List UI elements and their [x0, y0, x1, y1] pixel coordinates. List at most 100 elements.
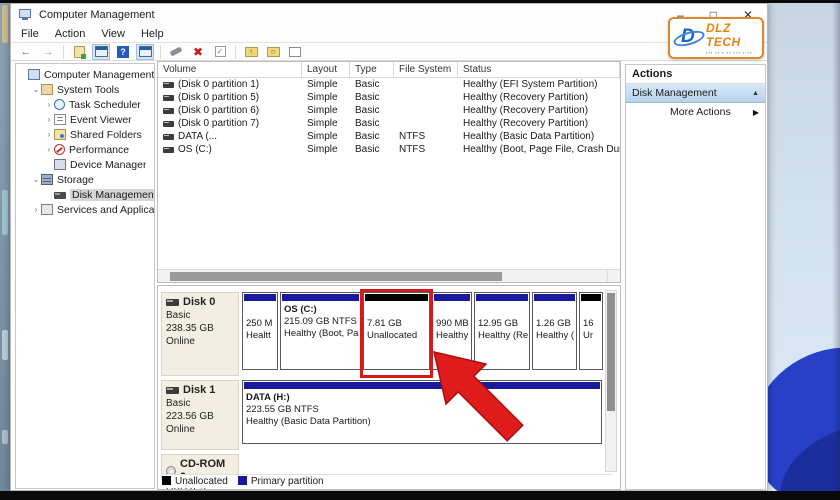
expander-icon[interactable]: ⌄ [31, 175, 41, 184]
volume-cell: (Disk 0 partition 7) [158, 118, 302, 129]
status-cell: Healthy (Boot, Page File, Crash Dump, Ba… [458, 144, 620, 155]
frame-top-bar [0, 0, 840, 3]
horizontal-scrollbar[interactable] [158, 269, 620, 282]
volume-name: (Disk 0 partition 1) [178, 79, 259, 90]
volume-name: (Disk 0 partition 6) [178, 105, 259, 116]
disk-label[interactable]: Disk 1Basic223.56 GBOnline [161, 380, 239, 450]
action-tool-icon[interactable] [167, 44, 185, 60]
partition-healtt[interactable]: 250 MHealtt [242, 292, 278, 370]
tree-item-computer-management-local-[interactable]: Computer Management (Local) [16, 67, 154, 82]
partition-healthy-basic-data-partition-[interactable]: DATA (H:)223.55 GB NTFSHealthy (Basic Da… [242, 380, 602, 444]
performance-icon [54, 144, 65, 155]
expander-icon[interactable]: › [44, 100, 54, 109]
collapse-icon[interactable]: ▲ [752, 90, 759, 97]
console-tree-panel: Computer Management (Local)⌄System Tools… [15, 63, 155, 489]
more-actions-item[interactable]: More Actions ▶ [626, 103, 765, 121]
volume-row[interactable]: (Disk 0 partition 7)SimpleBasicHealthy (… [158, 117, 620, 130]
disk-label[interactable]: Disk 0Basic238.35 GBOnline [161, 292, 239, 376]
layout-cell: Simple [302, 105, 350, 116]
partition-strip: DATA (H:)223.55 GB NTFSHealthy (Basic Da… [242, 380, 602, 450]
status-cell: Healthy (Recovery Partition) [458, 118, 620, 129]
volume-row[interactable]: (Disk 0 partition 1)SimpleBasicHealthy (… [158, 78, 620, 91]
partition-type-stripe [434, 294, 470, 301]
type-cell: Basic [350, 144, 394, 155]
partition-line1: 12.95 GB [478, 318, 528, 330]
vertical-scrollbar-thumb[interactable] [607, 293, 615, 411]
forward-icon[interactable]: → [39, 44, 57, 60]
partition-healthy-boot-pa[interactable]: OS (C:)215.09 GB NTFSHealthy (Boot, Pa [280, 292, 361, 370]
tree-item-storage[interactable]: ⌄Storage [16, 172, 154, 187]
menu-item-action[interactable]: Action [55, 28, 86, 40]
storage-icon [41, 174, 53, 185]
shared-folders-icon [54, 129, 66, 140]
fs-cell: NTFS [394, 131, 458, 142]
partition-line2: Healthy [436, 330, 470, 342]
delete-icon[interactable]: ✖ [189, 44, 207, 60]
console-window-icon[interactable] [92, 44, 110, 60]
help-icon[interactable]: ? [114, 44, 132, 60]
expander-icon[interactable]: › [44, 115, 54, 124]
column-header-status[interactable]: Status [458, 62, 620, 77]
volume-row[interactable]: DATA (...SimpleBasicNTFSHealthy (Basic D… [158, 130, 620, 143]
disk-icon [166, 387, 179, 394]
type-cell: Basic [350, 118, 394, 129]
more-actions-label: More Actions [670, 106, 731, 118]
tree-item-services-and-applications[interactable]: ›Services and Applications [16, 202, 154, 217]
disk-name-line: Disk 1 [166, 384, 234, 397]
menu-item-view[interactable]: View [101, 28, 125, 40]
properties-check-icon[interactable]: ✓ [211, 44, 229, 60]
disk-state: Online [166, 423, 234, 436]
logo-brand-text: DLZ TECH [706, 21, 762, 49]
column-header-volume[interactable]: Volume [158, 62, 302, 77]
volume-cell: OS (C:) [158, 144, 302, 155]
window-outline-icon[interactable] [286, 44, 304, 60]
folder-search-icon[interactable]: ○ [264, 44, 282, 60]
volume-name: OS (C:) [178, 144, 212, 155]
menu-bar: File Action View Help [11, 26, 767, 42]
volume-row[interactable]: (Disk 0 partition 6)SimpleBasicHealthy (… [158, 104, 620, 117]
partition-line1: 16 [583, 318, 601, 330]
tree-item-task-scheduler[interactable]: ›Task Scheduler [16, 97, 154, 112]
legend-label: Primary partition [251, 476, 324, 487]
volume-icon [163, 134, 174, 140]
volume-cell: (Disk 0 partition 1) [158, 79, 302, 90]
volume-cell: (Disk 0 partition 5) [158, 92, 302, 103]
folder-up-icon[interactable]: ↑ [242, 44, 260, 60]
tree-item-shared-folders[interactable]: ›Shared Folders [16, 127, 154, 142]
volume-row[interactable]: OS (C:)SimpleBasicNTFSHealthy (Boot, Pag… [158, 143, 620, 156]
partition-line1: 223.55 GB NTFS [246, 404, 600, 416]
tree-item-disk-management[interactable]: Disk Management [16, 187, 154, 202]
console-tree-icon[interactable] [136, 44, 154, 60]
tree-item-performance[interactable]: ›Performance [16, 142, 154, 157]
export-list-icon[interactable] [70, 44, 88, 60]
sliver-block [2, 330, 8, 360]
title-bar[interactable]: Computer Management – □ ✕ [11, 4, 767, 26]
horizontal-scrollbar-thumb[interactable] [170, 272, 502, 281]
actions-group-disk-management[interactable]: Disk Management ▲ [626, 84, 765, 103]
volume-row[interactable]: (Disk 0 partition 5)SimpleBasicHealthy (… [158, 91, 620, 104]
expander-icon[interactable]: › [44, 130, 54, 139]
type-cell: Basic [350, 131, 394, 142]
column-header-file-system[interactable]: File System [394, 62, 458, 77]
layout-cell: Simple [302, 144, 350, 155]
column-header-type[interactable]: Type [350, 62, 394, 77]
vertical-scrollbar[interactable] [605, 290, 617, 472]
back-icon[interactable]: ← [17, 44, 35, 60]
partition-title: DATA (H:) [246, 392, 600, 404]
column-header-layout[interactable]: Layout [302, 62, 350, 77]
partition-text: 12.95 GBHealthy (Rec [478, 318, 528, 342]
type-cell: Basic [350, 79, 394, 90]
partition-ur[interactable]: 16Ur [579, 292, 603, 370]
expander-icon[interactable]: › [44, 145, 54, 154]
tree-item-system-tools[interactable]: ⌄System Tools [16, 82, 154, 97]
volume-icon [163, 95, 174, 101]
expander-icon[interactable]: › [31, 205, 41, 214]
tree-item-event-viewer[interactable]: ›Event Viewer [16, 112, 154, 127]
menu-item-help[interactable]: Help [141, 28, 164, 40]
menu-item-file[interactable]: File [21, 28, 39, 40]
disk-size: 238.35 GB [166, 322, 234, 335]
computer-icon [28, 69, 40, 80]
tree-item-device-manager[interactable]: Device Manager [16, 157, 154, 172]
partition-line1: 215.09 GB NTFS [284, 316, 359, 328]
expander-icon[interactable]: ⌄ [31, 85, 41, 94]
